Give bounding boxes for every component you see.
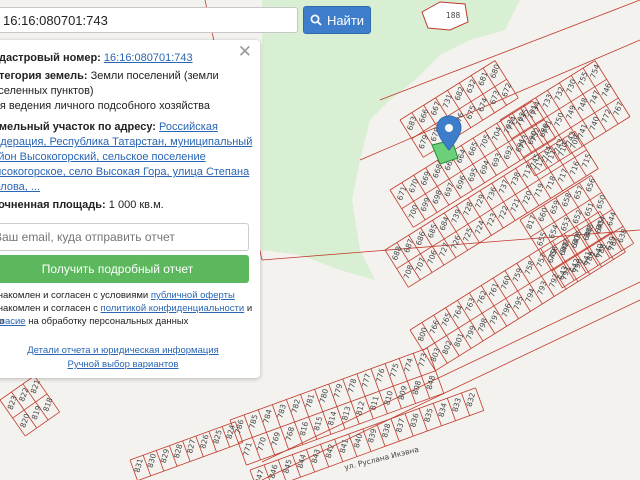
cadastral-label: Кадастровый номер: (0, 52, 101, 64)
agree-offer-text: Ознакомлен и согласен с условиями (0, 290, 149, 301)
close-icon[interactable]: ✕ (238, 43, 252, 60)
search-button[interactable]: Найти (303, 6, 371, 34)
consent-text: на обработку персональных данных (28, 316, 189, 327)
address-link-4[interactable]: Высокогорское, село Высокая Гора, улица … (0, 165, 249, 180)
address-link-3[interactable]: район Высокогорский, сельское поселение (0, 150, 206, 165)
address-link-1[interactable]: Российская (159, 121, 218, 133)
area-label: Уточненная площадь: (0, 199, 106, 211)
search-button-label: Найти (326, 12, 365, 28)
address-row-1: Земельный участок по адресу: Российская (0, 120, 218, 135)
cadastral-number-link[interactable]: 16:16:080701:743 (104, 52, 193, 64)
category-value-2: населенных пунктов) (0, 85, 94, 97)
privacy-policy-link[interactable]: политикой конфиденциальности (101, 303, 245, 314)
area-row: Уточненная площадь: 1 000 кв.м. (0, 198, 164, 213)
category-label: Категория земель: (0, 70, 88, 82)
cadastral-row: Кадастровый номер: 16:16:080701:743 (0, 51, 193, 66)
category-row-1: Категория земель: Земли поселений (земли (0, 69, 219, 84)
search-icon (310, 14, 322, 26)
forest-label: 188 (446, 11, 461, 20)
public-offer-link[interactable]: публичной оферты (151, 290, 235, 301)
cadastral-search-input[interactable] (0, 7, 298, 33)
report-details-link[interactable]: Детали отчета и юридическая информация (0, 345, 260, 356)
area-value: 1 000 кв.м. (108, 199, 164, 211)
manual-selection-link[interactable]: Ручной выбор вариантов (0, 359, 260, 370)
use-value: Для ведения личного подсобного хозяйства (0, 100, 210, 112)
address-label: Земельный участок по адресу: (0, 121, 156, 133)
email-field[interactable] (0, 223, 249, 251)
agree-privacy-text: Ознакомлен и согласен с (0, 303, 98, 314)
agree-consent-row[interactable]: согласие на обработку персональных данны… (0, 315, 188, 328)
parcel-info-card: ✕ Кадастровый номер: 16:16:080701:743 Ка… (0, 40, 260, 378)
address-link-5[interactable]: Орлова, ... (0, 180, 40, 195)
get-report-button[interactable]: Получить подробный отчет (0, 255, 249, 283)
address-link-2[interactable]: Федерация, Республика Татарстан, муницип… (0, 135, 252, 150)
consent-link[interactable]: согласие (0, 316, 26, 327)
agree-offer-row[interactable]: Ознакомлен и согласен с условиями публич… (0, 289, 235, 302)
category-value: Земли поселений (земли (90, 70, 219, 82)
